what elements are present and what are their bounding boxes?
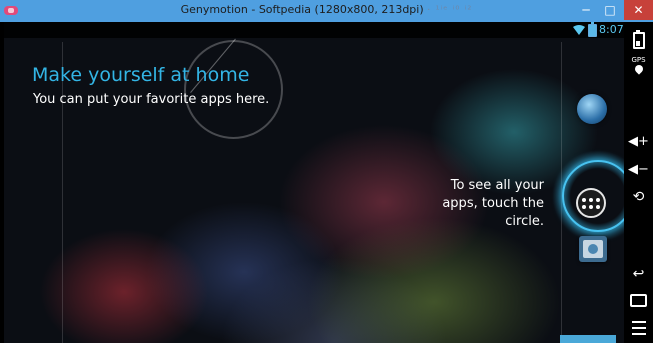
close-button[interactable]: ✕ xyxy=(624,0,653,20)
home-icon[interactable] xyxy=(624,292,653,311)
rotate-icon[interactable]: ⟲ xyxy=(624,189,653,205)
status-clock: 8:07 xyxy=(599,23,624,36)
wifi-icon xyxy=(573,25,585,35)
volume-down-icon[interactable]: ◀− xyxy=(624,162,653,177)
browser-icon[interactable] xyxy=(577,94,607,124)
contacts-icon[interactable] xyxy=(579,236,607,262)
status-bar[interactable]: 8:07 xyxy=(4,22,624,38)
maximize-button[interactable]: □ xyxy=(598,0,622,20)
gps-icon xyxy=(632,63,645,75)
battery-widget-button[interactable] xyxy=(624,30,653,53)
gps-widget-button[interactable]: GPS xyxy=(624,56,653,75)
back-icon[interactable]: ↩ xyxy=(624,266,653,282)
all-apps-hint-line: To see all your xyxy=(450,178,544,193)
android-screen[interactable]: 8:07 Make yourself at home You can put y… xyxy=(4,22,624,343)
minimize-button[interactable]: ─ xyxy=(574,0,598,20)
menu-icon[interactable] xyxy=(624,320,653,339)
window-title: Genymotion - Softpedia (1280x800, 213dpi… xyxy=(0,3,653,16)
all-apps-hint-line: apps, touch the xyxy=(442,196,544,211)
cling-body: You can put your favorite apps here. xyxy=(33,92,270,107)
all-apps-icon[interactable] xyxy=(576,188,606,218)
genymotion-side-toolbar: GPS ◀+ ◀− ⟲ ↩ xyxy=(624,22,653,343)
workspace-divider-left xyxy=(62,42,63,343)
gps-label: GPS xyxy=(631,56,646,64)
battery-tool-icon xyxy=(632,30,645,49)
window-title-suffix: · ¹ⁱᵉ ⁱ⁰ ⁱ² xyxy=(427,5,473,16)
window-titlebar: Genymotion - Softpedia (1280x800, 213dpi… xyxy=(0,0,653,22)
all-apps-hint-line: circle. xyxy=(505,214,544,229)
all-apps-hint: To see all your apps, touch the circle. xyxy=(428,177,544,231)
cling-title: Make yourself at home xyxy=(32,64,250,86)
volume-up-icon[interactable]: ◀+ xyxy=(624,134,653,149)
window-title-text: Genymotion - Softpedia (1280x800, 213dpi… xyxy=(180,3,424,16)
battery-icon xyxy=(588,22,597,37)
cling-ghost-circle xyxy=(184,38,283,139)
cling-ok-button[interactable] xyxy=(560,335,616,343)
